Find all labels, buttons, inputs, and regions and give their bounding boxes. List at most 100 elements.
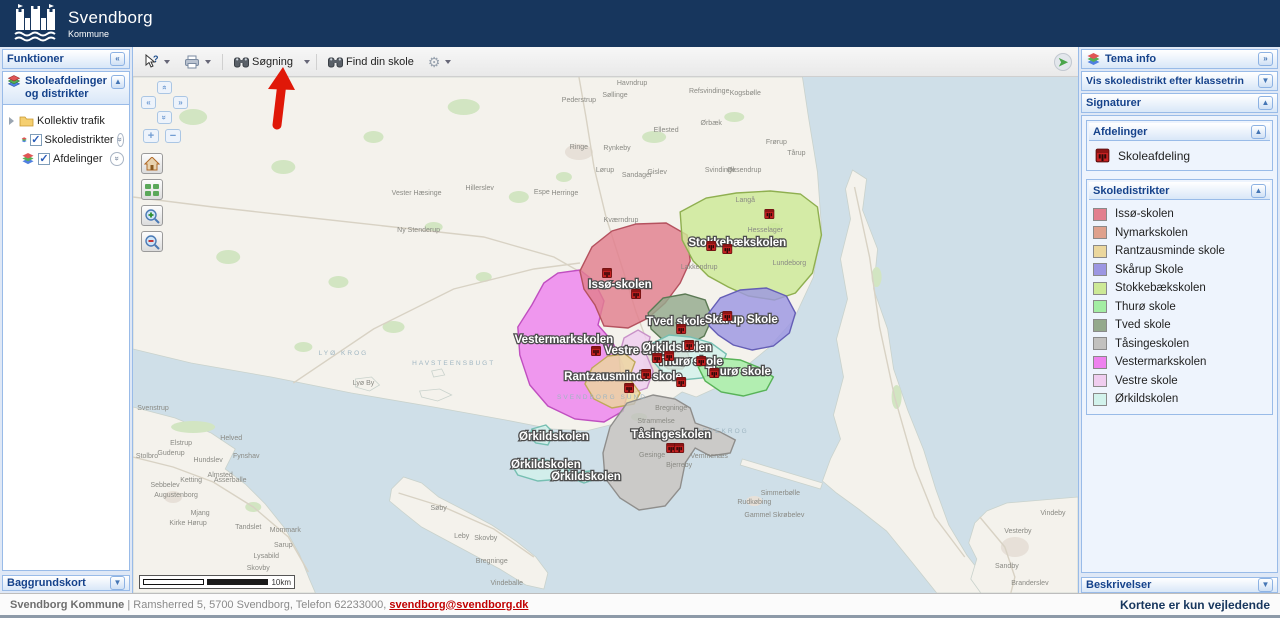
collapse-afdelinger-button[interactable]: ▲ [1251, 125, 1266, 139]
search-button[interactable]: Søgning [229, 54, 298, 70]
district-label: Ørkildskolen [519, 431, 589, 443]
refresh-map-button[interactable]: ➤ [1054, 53, 1072, 71]
collapse-right-panel-button[interactable]: » [1258, 52, 1273, 66]
town-label: Hundslev [194, 457, 224, 464]
skoledistrikter-checkbox[interactable]: ✓ [30, 134, 41, 146]
collapse-signaturer-button[interactable]: ▲ [1258, 96, 1273, 110]
expand-class-filter-button[interactable]: ▼ [1258, 74, 1273, 88]
tema-info-header[interactable]: Tema info » [1081, 49, 1278, 69]
school-marker[interactable] [707, 241, 716, 250]
town-label: Lyø By [353, 380, 375, 387]
find-din-skole-button[interactable]: Find din skole [323, 54, 419, 70]
zoom-box-in-button[interactable] [141, 205, 163, 226]
school-marker[interactable] [697, 356, 706, 365]
pan-down-button[interactable]: » [157, 111, 172, 124]
town-label: Branderslev [1011, 580, 1049, 587]
zoom-out-button[interactable]: − [165, 129, 181, 143]
town-label: Elstrup [170, 440, 192, 447]
town-label: Guderup [157, 450, 184, 457]
zoom-in-button[interactable]: + [143, 129, 159, 143]
school-marker[interactable] [591, 346, 600, 355]
map-svg[interactable]: RingeKværndrupGislevØrbækEllestedFrørupT… [133, 77, 1078, 593]
pan-right-button[interactable]: » [173, 96, 188, 109]
school-marker[interactable] [641, 369, 650, 378]
school-marker[interactable] [653, 353, 662, 362]
expand-baggrundskort-button[interactable]: ▼ [110, 576, 125, 590]
afdelinger-label: Afdelinger [1093, 126, 1147, 138]
layer-options-button[interactable]: » [117, 133, 124, 147]
forest-patch [556, 172, 572, 182]
layer-group-header[interactable]: Skoleafdelinger og distrikter ▲ [3, 72, 129, 105]
pan-left-button[interactable]: « [141, 96, 156, 109]
layers-icon [21, 134, 27, 146]
svendborg-kommune-logo: Svendborg Kommune [14, 4, 153, 44]
tree-item-label: Afdelinger [53, 153, 103, 165]
gis-application: Svendborg Kommune Funktioner « Sk [0, 0, 1280, 618]
footer-email-link[interactable]: svendborg@svendborg.dk [389, 599, 528, 611]
town-label: Refsvindinge [689, 88, 730, 95]
school-marker[interactable] [765, 209, 774, 218]
legend-item: Vestre skole [1093, 372, 1266, 391]
school-marker[interactable] [602, 268, 611, 277]
collapse-group-button[interactable]: ▲ [111, 75, 125, 89]
expand-caret-icon[interactable] [9, 117, 14, 125]
district-label: Rantzausminde skole [564, 371, 682, 383]
school-marker[interactable] [677, 324, 686, 333]
town-label: Sandager [622, 172, 653, 179]
layers-icon [7, 75, 21, 88]
district-legend-list: Issø-skolenNymarkskolenRantzausminde sko… [1087, 200, 1272, 414]
tema-info-title: Tema info [1105, 53, 1156, 65]
school-marker[interactable] [631, 289, 640, 298]
town-label: Hesselager [748, 227, 784, 234]
tree-item-afdelinger[interactable]: ✓ Afdelinger » [5, 149, 127, 168]
afdelinger-checkbox[interactable]: ✓ [38, 153, 50, 165]
school-marker[interactable] [665, 351, 674, 360]
school-marker[interactable] [675, 443, 684, 452]
expand-beskrivelser-button[interactable]: ▼ [1258, 578, 1273, 592]
legend-color-swatch [1093, 356, 1107, 369]
class-filter-bar[interactable]: Vis skoledistrikt efter klassetrin ▼ [1081, 71, 1278, 91]
school-marker[interactable] [677, 377, 686, 386]
skoledistrikter-legend-panel: Skoledistrikter ▲ Issø-skolenNymarkskole… [1086, 179, 1273, 415]
tree-item-kollektiv-trafik[interactable]: Kollektiv trafik [5, 111, 127, 130]
afdelinger-legend-panel: Afdelinger ▲ Skoleafdeling [1086, 120, 1273, 171]
full-extent-button[interactable] [141, 179, 163, 200]
town-label: Herringe [551, 190, 578, 197]
layers-icon [21, 153, 35, 165]
pan-up-button[interactable]: » [157, 81, 172, 94]
search-label: Søgning [252, 56, 293, 68]
legend-label: Thurø skole [1115, 301, 1176, 313]
sea-label: HAVSTEENSBUGT [412, 360, 495, 367]
zoom-box-out-button[interactable] [141, 231, 163, 252]
identify-tool-button[interactable]: ? [139, 52, 175, 71]
school-marker[interactable] [685, 340, 694, 349]
print-button[interactable] [179, 53, 216, 71]
legend-color-swatch [1093, 263, 1107, 276]
baggrundskort-label: Baggrundskort [7, 577, 86, 589]
beskrivelser-bar[interactable]: Beskrivelser ▼ [1081, 577, 1278, 593]
school-marker[interactable] [723, 244, 732, 253]
tree-item-skoledistrikter[interactable]: ✓ Skoledistrikter » [5, 130, 127, 149]
district-label: Vestermarkskolen [515, 334, 614, 346]
town-label: Svindinge [705, 167, 736, 174]
town-label: Langå [736, 196, 756, 204]
afdelinger-legend-header[interactable]: Afdelinger ▲ [1089, 123, 1270, 141]
school-marker[interactable] [624, 383, 633, 392]
skoledistrikter-legend-header[interactable]: Skoledistrikter ▲ [1089, 182, 1270, 200]
layer-options-button[interactable]: » [110, 152, 124, 166]
school-marker[interactable] [710, 368, 719, 377]
baggrundskort-bar[interactable]: Baggrundskort ▼ [2, 575, 130, 591]
school-marker[interactable] [723, 311, 732, 320]
home-extent-button[interactable] [141, 153, 163, 174]
collapse-left-panel-button[interactable]: « [110, 52, 125, 66]
settings-button[interactable]: ⚙ [423, 53, 457, 71]
signaturer-bar[interactable]: Signaturer ▲ [1081, 93, 1278, 113]
map-section: ? [133, 47, 1078, 593]
collapse-skoledistrikter-button[interactable]: ▲ [1251, 184, 1266, 198]
refresh-icon: ➤ [1058, 55, 1068, 69]
legend-label: Rantzausminde skole [1115, 245, 1225, 257]
map-canvas[interactable]: RingeKværndrupGislevØrbækEllestedFrørupT… [133, 77, 1078, 593]
functions-panel-header[interactable]: Funktioner « [2, 49, 130, 69]
search-dropdown-arrow-icon[interactable] [304, 60, 310, 64]
town-label: Sandby [995, 563, 1019, 570]
